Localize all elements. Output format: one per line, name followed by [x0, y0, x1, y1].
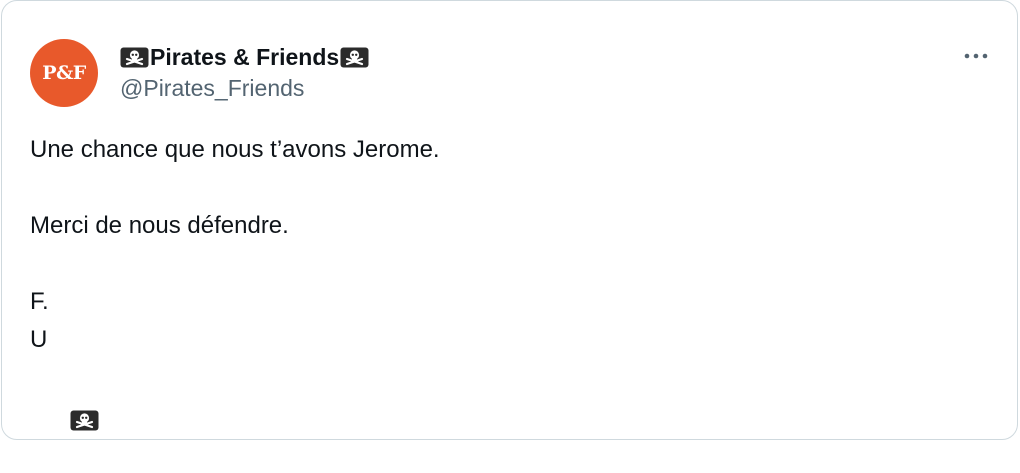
- author-display-name[interactable]: Pirates & Friends: [150, 44, 339, 71]
- author-avatar[interactable]: P&F: [30, 39, 98, 107]
- tweet-card[interactable]: P&F Pirates & Friends @Pirates_Friends U…: [1, 0, 1018, 440]
- more-dots-icon: [964, 53, 988, 59]
- pirate-flag-icon: [120, 47, 149, 67]
- pirate-flag-icon: [340, 47, 369, 67]
- tweet-line: Merci de nous défendre.: [30, 212, 289, 239]
- tweet-emoji-line: [30, 359, 970, 431]
- tweet-line: U: [30, 326, 48, 353]
- tweet-text: Une chance que nous t’avons Jerome. Merc…: [30, 131, 970, 431]
- more-options-button[interactable]: [956, 41, 996, 71]
- author-name-row[interactable]: Pirates & Friends: [120, 41, 369, 73]
- author-handle[interactable]: @Pirates_Friends: [120, 75, 304, 102]
- tweet-line: Une chance que nous t’avons Jerome.: [30, 136, 440, 163]
- avatar-text: P&F: [42, 62, 86, 84]
- tweet-line: F.: [30, 288, 49, 315]
